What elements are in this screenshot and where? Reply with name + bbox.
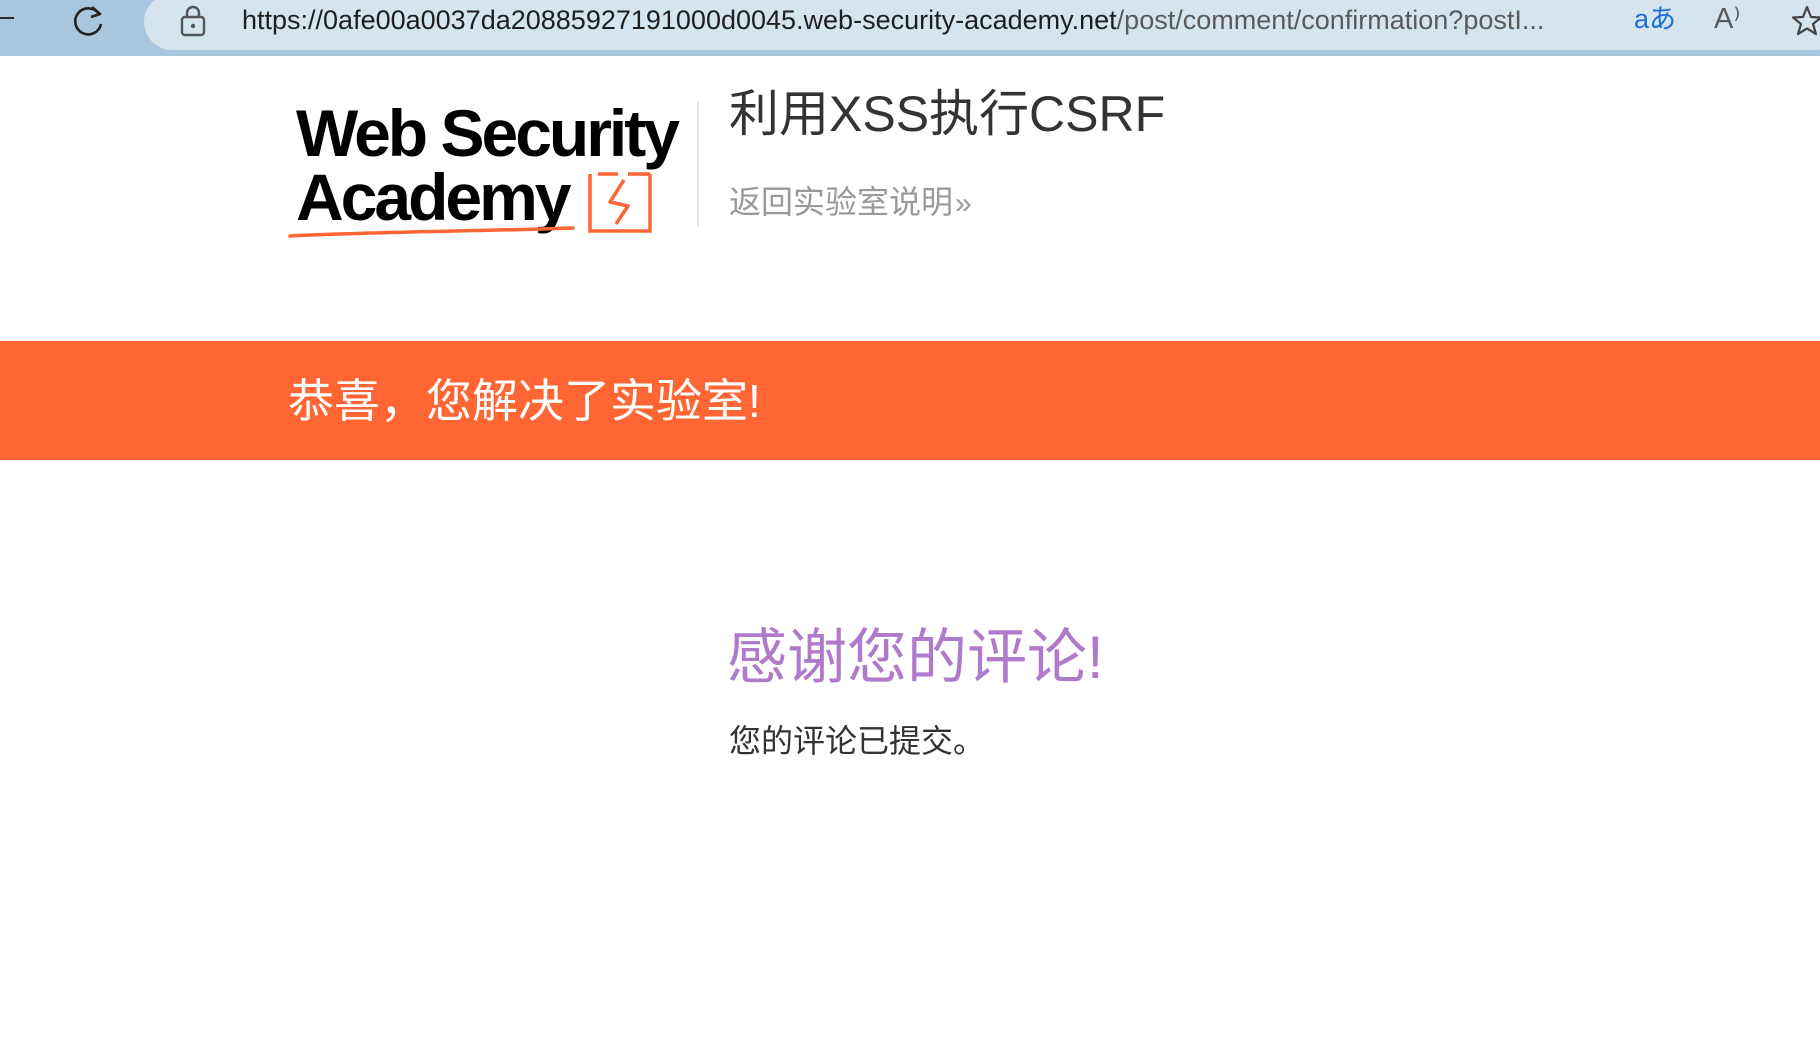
url-host: https://0afe00a0037da20885927191000d0045… — [242, 5, 1117, 35]
url-text[interactable]: https://0afe00a0037da20885927191000d0045… — [242, 4, 1602, 36]
logo-lightning-icon — [288, 172, 652, 238]
chevron-right-icon: » — [955, 187, 972, 220]
minimize-icon[interactable] — [0, 17, 14, 19]
browser-toolbar: https://0afe00a0037da20885927191000d0045… — [0, 0, 1820, 56]
reload-icon[interactable] — [68, 2, 108, 42]
translate-icon[interactable]: aあ — [1634, 2, 1676, 36]
confirmation-title: 感谢您的评论! — [727, 624, 1104, 691]
favorite-star-icon[interactable] — [1790, 4, 1820, 38]
lock-icon[interactable] — [178, 4, 208, 38]
header-divider — [697, 102, 699, 226]
banner-message: 恭喜，您解决了实验室! — [288, 375, 761, 427]
lab-title: 利用XSS执行CSRF — [729, 86, 1166, 142]
back-to-lab-description-link[interactable]: 返回实验室说明» — [729, 182, 972, 224]
read-aloud-icon[interactable]: A⁾ — [1714, 2, 1740, 36]
web-security-academy-logo[interactable]: Web Security Academy — [288, 94, 698, 244]
lab-solved-banner: 恭喜，您解决了实验室! — [0, 341, 1820, 460]
back-link-label: 返回实验室说明 — [729, 184, 954, 220]
confirmation-message: 您的评论已提交。 — [729, 723, 986, 759]
url-path: /post/comment/confirmation?postI... — [1116, 5, 1545, 35]
